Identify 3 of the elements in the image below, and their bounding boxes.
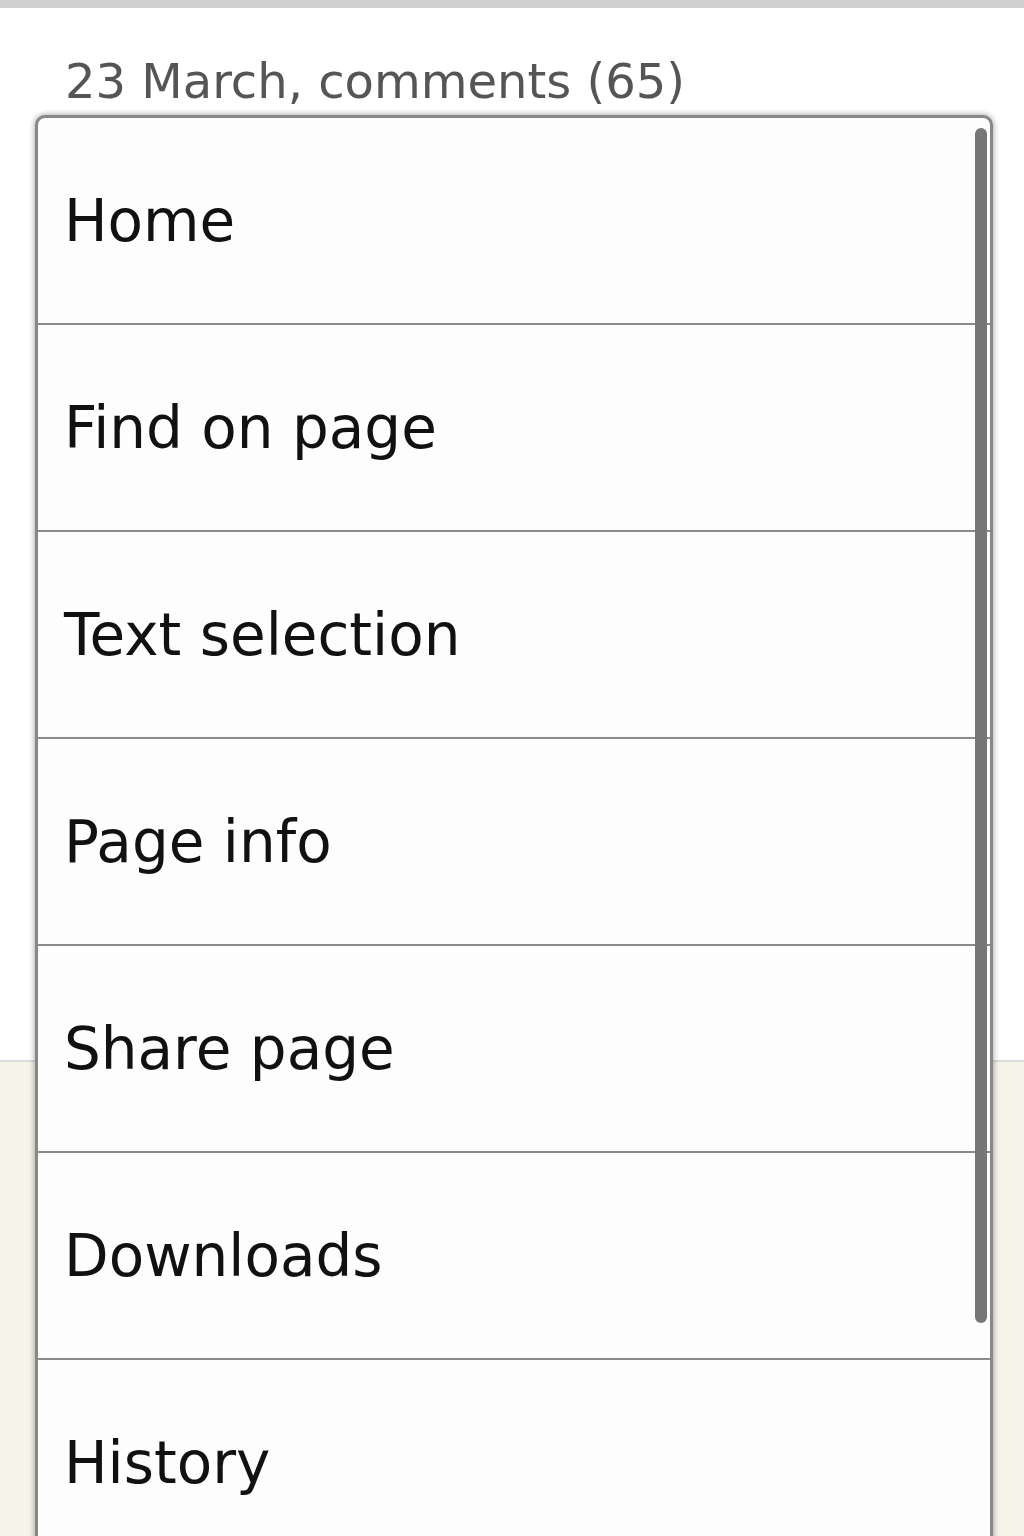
menu-item[interactable]: History xyxy=(38,1360,990,1536)
scrollbar-thumb[interactable] xyxy=(975,128,987,1323)
article-meta: 23 March, comments (65) xyxy=(64,52,686,110)
